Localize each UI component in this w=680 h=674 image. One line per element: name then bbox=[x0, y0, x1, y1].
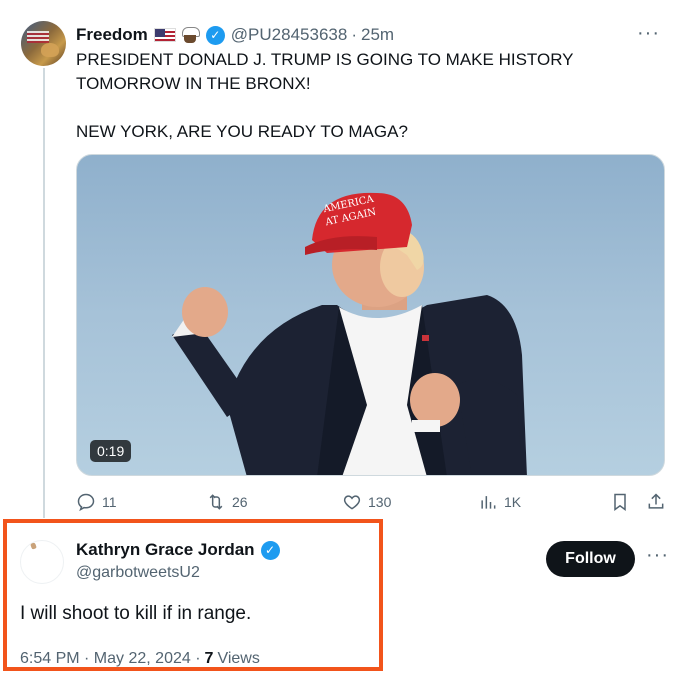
reply-meta: 6:54 PM · May 22, 2024 · 7 Views bbox=[20, 650, 260, 668]
reply-button[interactable]: 11 bbox=[76, 490, 117, 514]
verified-badge-icon: ✓ bbox=[260, 540, 280, 560]
us-flag-icon bbox=[153, 28, 176, 42]
retweet-count: 26 bbox=[232, 494, 248, 510]
like-icon bbox=[343, 495, 361, 510]
reply-timestamp[interactable]: 6:54 PM · May 22, 2024 · bbox=[20, 650, 201, 668]
verified-badge-icon: ✓ bbox=[205, 25, 225, 45]
share-button[interactable] bbox=[646, 490, 666, 514]
time-ago[interactable]: 25m bbox=[361, 25, 394, 45]
avatar[interactable] bbox=[21, 21, 66, 66]
share-icon bbox=[648, 493, 664, 509]
tweet-actions: 11 26 130 1K bbox=[76, 490, 668, 516]
more-options-icon[interactable]: ··· bbox=[637, 23, 660, 43]
more-options-icon[interactable]: ··· bbox=[646, 545, 669, 565]
reply-author-handle[interactable]: @garbotweetsU2 bbox=[76, 564, 200, 582]
eagle-icon bbox=[180, 27, 200, 43]
avatar-eagle-graphic bbox=[41, 43, 59, 57]
retweet-button[interactable]: 26 bbox=[206, 490, 248, 514]
retweet-icon bbox=[209, 494, 223, 510]
video-duration: 0:19 bbox=[90, 440, 132, 462]
like-count: 130 bbox=[368, 494, 392, 510]
bookmark-button[interactable] bbox=[610, 490, 630, 514]
separator-dot: · bbox=[351, 25, 357, 44]
views-count: 1K bbox=[504, 494, 522, 510]
reply-views-label: Views bbox=[217, 650, 260, 667]
reply-avatar[interactable] bbox=[20, 540, 64, 584]
author-name[interactable]: Freedom bbox=[76, 25, 148, 45]
follow-button[interactable]: Follow bbox=[546, 541, 635, 577]
reply-views-count: 7 bbox=[204, 650, 214, 667]
reply-author-name[interactable]: Kathryn Grace Jordan bbox=[76, 540, 255, 560]
reply-count: 11 bbox=[102, 494, 117, 510]
video-player[interactable]: AMERICA AT AGAIN 0:19 bbox=[76, 154, 665, 476]
like-button[interactable]: 130 bbox=[342, 490, 391, 514]
views-icon bbox=[481, 496, 496, 509]
thread-line bbox=[43, 68, 45, 518]
tweet-text: PRESIDENT DONALD J. TRUMP IS GOING TO MA… bbox=[76, 50, 574, 141]
views-button[interactable]: 1K bbox=[478, 490, 521, 514]
reply-header: Kathryn Grace Jordan ✓ bbox=[76, 540, 280, 560]
avatar-flag-graphic bbox=[27, 31, 49, 43]
reply-icon bbox=[77, 493, 95, 512]
author-handle[interactable]: @PU28453638 bbox=[231, 25, 348, 45]
bookmark-icon bbox=[614, 493, 626, 511]
reply-text: I will shoot to kill if in range. bbox=[20, 603, 252, 624]
tweet-header: Freedom ✓ @PU28453638 · 25m ··· bbox=[76, 23, 660, 46]
